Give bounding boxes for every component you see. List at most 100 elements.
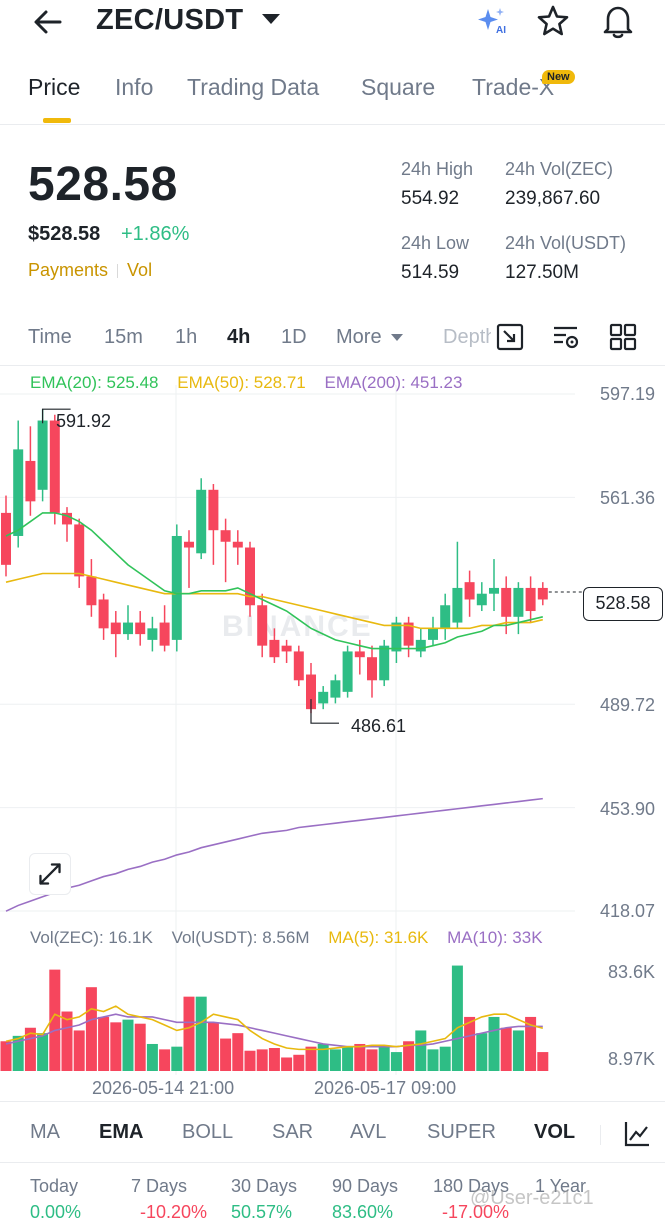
volume-axis-label: 83.6K — [607, 962, 655, 982]
indicator-ema[interactable]: EMA — [99, 1121, 143, 1144]
volume-bar — [85, 987, 97, 1071]
ma5-legend: MA(5): 31.6K — [328, 928, 429, 947]
perf-value: 50.57% — [231, 1202, 293, 1222]
candle-body — [428, 628, 438, 640]
candle-body — [74, 524, 85, 577]
indicator-vol[interactable]: VOL — [534, 1121, 575, 1144]
volume-bar — [281, 1057, 293, 1071]
candle-body — [171, 535, 182, 640]
volume-axis-label: 8.97K — [607, 1049, 655, 1069]
vol-usdt-legend: Vol(USDT): 8.56M — [171, 928, 310, 947]
ma10-legend: MA(10): 33K — [447, 928, 543, 947]
volume-bar — [73, 1030, 85, 1071]
volume-bar — [122, 1019, 134, 1071]
volume-bar — [305, 1046, 317, 1071]
volume-bar — [293, 1054, 305, 1071]
candle-body — [354, 651, 365, 658]
volume-bar — [354, 1043, 366, 1071]
candle-body — [1, 512, 11, 565]
volume-bar — [390, 1052, 402, 1071]
candle-body — [135, 622, 146, 635]
volume-bar — [171, 1046, 183, 1071]
perf-label: 90 Days — [332, 1176, 399, 1196]
chart-bottom-divider — [0, 1101, 665, 1102]
volume-bar — [427, 1049, 439, 1071]
candle-body — [25, 460, 36, 502]
candle-body — [110, 622, 121, 635]
perf-label: 30 Days — [231, 1176, 298, 1196]
volume-bar — [37, 1033, 49, 1071]
candle-body — [342, 651, 353, 692]
perf-value: -10.20% — [140, 1202, 208, 1222]
candle-body — [513, 587, 524, 617]
binance-watermark: BINANCE — [222, 610, 373, 643]
candle-body — [537, 587, 548, 600]
volume-bar — [220, 1038, 232, 1071]
candle-body — [232, 541, 243, 548]
candle-body — [269, 639, 280, 658]
candle-body — [318, 691, 329, 704]
expand-chart-icon[interactable] — [29, 853, 71, 895]
volume-bar — [268, 1048, 280, 1071]
volume-bar — [464, 1016, 476, 1071]
indicator-ma[interactable]: MA — [30, 1121, 60, 1144]
perf-value: 83.60% — [332, 1202, 394, 1222]
price-chart[interactable]: BINANCE — [0, 0, 665, 1227]
volume-bar — [415, 1030, 427, 1071]
candle-body — [184, 541, 194, 548]
indicator-bar: MA EMA BOLL SAR AVL SUPER VOL — [30, 1121, 660, 1149]
candle-body — [391, 622, 402, 652]
volume-bar — [232, 1033, 244, 1071]
candle-body — [257, 605, 268, 646]
volume-bar — [451, 965, 463, 1071]
indicator-boll[interactable]: BOLL — [182, 1121, 233, 1144]
volume-bar — [439, 1046, 451, 1071]
candle-body — [13, 449, 24, 536]
indicator-divider — [0, 1162, 665, 1163]
low-marker-label: 486.61 — [351, 716, 407, 736]
candle-body — [476, 593, 487, 606]
time-axis-label: 2026-05-17 09:00 — [314, 1078, 457, 1098]
ema200-line — [5, 797, 543, 912]
candle-body — [208, 489, 219, 531]
volume-bar — [183, 996, 195, 1071]
candle-body — [525, 587, 536, 612]
candle-body — [37, 420, 48, 490]
price-axis-label: 418.07 — [599, 901, 655, 921]
indicator-super[interactable]: SUPER — [427, 1121, 496, 1144]
indicator-separator — [600, 1125, 601, 1145]
perf-label: 7 Days — [131, 1176, 188, 1196]
candle-body — [489, 587, 499, 594]
candle-body — [49, 420, 60, 513]
candle-body — [415, 639, 426, 652]
candle-body — [281, 645, 292, 652]
volume-bar — [488, 1016, 500, 1071]
current-price-label: 528.58 — [583, 587, 663, 621]
volume-legend: Vol(ZEC): 16.1K Vol(USDT): 8.56M MA(5): … — [30, 928, 557, 948]
volume-bar — [378, 1046, 390, 1071]
volume-bar — [500, 1027, 512, 1071]
volume-bar — [476, 1033, 488, 1071]
candle-body — [440, 605, 451, 629]
perf-value: 0.00% — [30, 1202, 82, 1222]
indicator-sar[interactable]: SAR — [272, 1121, 313, 1144]
candle-body — [196, 489, 207, 554]
indicator-avl[interactable]: AVL — [350, 1121, 386, 1144]
time-axis-label: 2026-05-14 21:00 — [92, 1078, 235, 1098]
candle-body — [98, 599, 109, 629]
candle-body — [501, 587, 512, 617]
user-watermark: @User-e21c1 — [470, 1187, 594, 1209]
price-axis-label: 453.90 — [599, 799, 655, 819]
volume-bar — [134, 1023, 146, 1071]
candle-body — [123, 622, 133, 635]
volume-bar — [366, 1049, 378, 1071]
price-axis-label: 561.36 — [599, 488, 655, 508]
volume-bar — [0, 1041, 12, 1071]
volume-bar — [256, 1049, 268, 1071]
indicator-chart-icon[interactable] — [622, 1119, 652, 1149]
vol-zec-legend: Vol(ZEC): 16.1K — [30, 928, 153, 947]
candle-body — [293, 651, 304, 681]
candle-body — [464, 582, 475, 600]
price-axis-label: 597.19 — [599, 384, 655, 404]
candle-body — [379, 645, 390, 681]
